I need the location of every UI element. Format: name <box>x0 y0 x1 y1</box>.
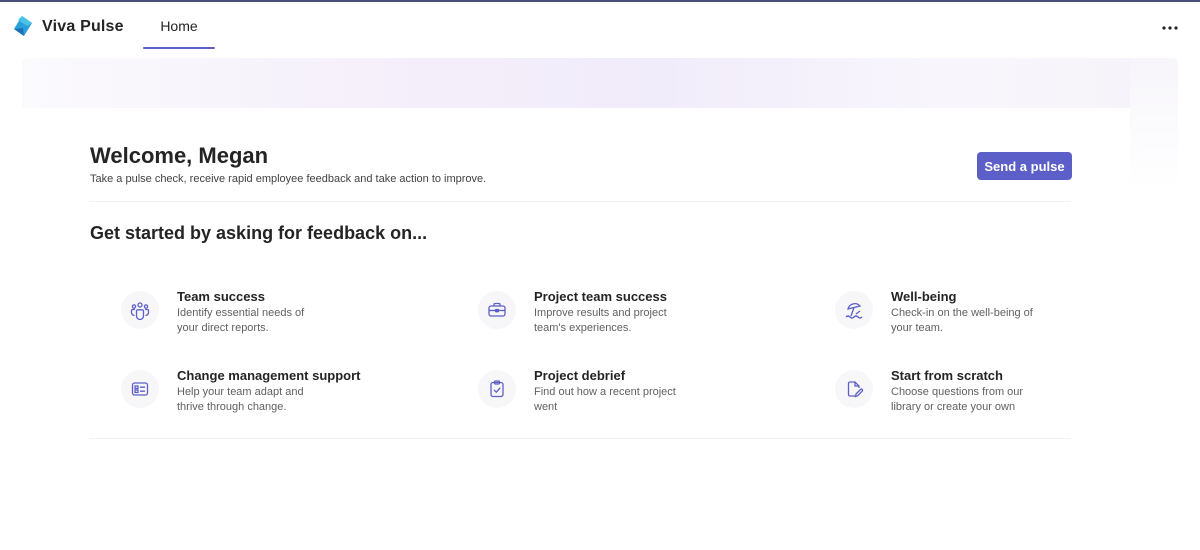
more-horizontal-icon <box>1162 26 1178 30</box>
app-title: Viva Pulse <box>42 18 124 35</box>
card-icon-container <box>121 370 159 408</box>
card-icon-container <box>121 291 159 329</box>
welcome-subtitle: Take a pulse check, receive rapid employ… <box>90 173 487 185</box>
card-title: Team success <box>177 289 265 304</box>
card-project-debrief[interactable]: Project debrief Find out how a recent pr… <box>478 368 778 432</box>
hero-banner <box>22 58 1178 108</box>
viva-pulse-logo-icon <box>14 16 32 36</box>
card-icon-container <box>478 291 516 329</box>
people-team-icon <box>130 302 150 320</box>
briefcase-icon <box>488 302 506 317</box>
card-icon-container <box>478 370 516 408</box>
divider <box>90 201 1070 202</box>
tab-home[interactable]: Home <box>143 2 215 50</box>
welcome-title: Welcome, Megan <box>90 143 269 168</box>
send-pulse-button[interactable]: Send a pulse <box>977 152 1072 180</box>
card-team-success[interactable]: Team success Identify essential needs of… <box>121 289 421 353</box>
card-description: Identify essential needs of your direct … <box>177 307 305 334</box>
card-well-being[interactable]: Well-being Check-in on the well-being of… <box>835 289 1135 353</box>
card-project-team-success[interactable]: Project team success Improve results and… <box>478 289 778 353</box>
hero-banner-fade <box>1130 58 1178 188</box>
card-title: Project debrief <box>534 368 626 383</box>
card-title: Start from scratch <box>891 368 1003 383</box>
card-title: Project team success <box>534 289 667 304</box>
divider <box>90 438 1070 439</box>
card-description: Check-in on the well-being of your team. <box>891 307 1033 334</box>
card-change-management-support[interactable]: Change management support Help your team… <box>121 368 421 432</box>
card-description: Improve results and project team's exper… <box>534 307 667 334</box>
card-start-from-scratch[interactable]: Start from scratch Choose questions from… <box>835 368 1135 432</box>
card-icon-container <box>835 370 873 408</box>
beach-icon <box>845 303 863 319</box>
section-title: Get started by asking for feedback on... <box>90 223 428 243</box>
document-edit-icon <box>847 381 864 398</box>
card-description: Find out how a recent project went <box>534 386 676 413</box>
card-title: Well-being <box>891 289 957 304</box>
app-header: Viva Pulse Home <box>0 2 1200 54</box>
clipboard-task-icon <box>490 380 504 398</box>
card-description: Help your team adapt and thrive through … <box>177 386 304 413</box>
more-options-button[interactable] <box>1156 16 1184 40</box>
card-icon-container <box>835 291 873 329</box>
card-description: Choose questions from our library or cre… <box>891 386 1024 413</box>
card-title: Change management support <box>177 368 361 383</box>
tab-home-indicator <box>143 47 215 49</box>
board-icon <box>131 382 149 396</box>
